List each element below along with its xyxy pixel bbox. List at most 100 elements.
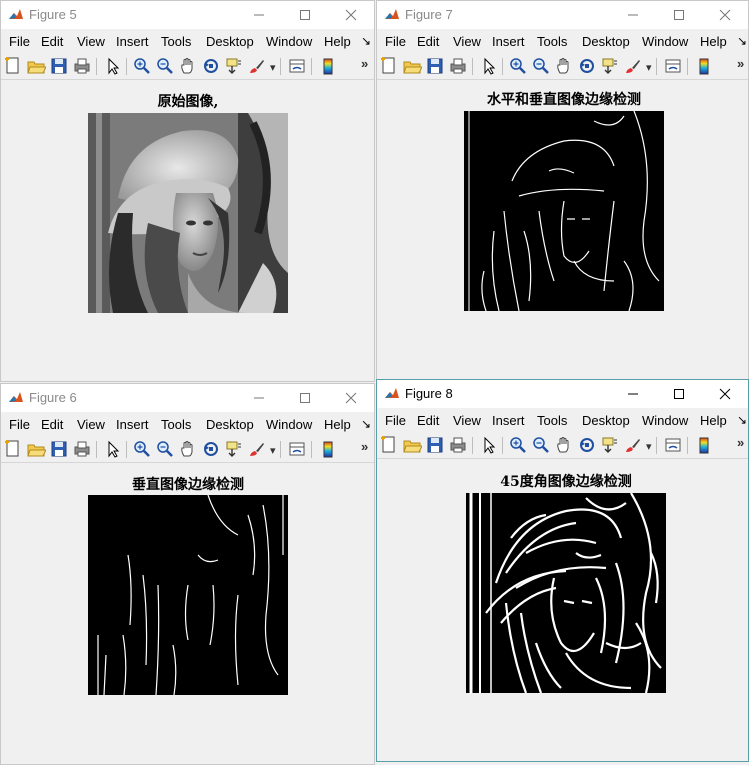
menu-window[interactable]: Window: [266, 34, 312, 49]
data-cursor-button[interactable]: [224, 56, 244, 76]
rotate-3d-button[interactable]: [201, 56, 221, 76]
menu-view[interactable]: View: [77, 34, 105, 49]
vertical-edge-image[interactable]: [88, 495, 288, 695]
new-figure-button[interactable]: [379, 56, 399, 76]
title-bar[interactable]: Figure 7: [377, 1, 748, 29]
menu-view[interactable]: View: [77, 417, 105, 432]
minimize-button[interactable]: [610, 380, 656, 408]
menu-edit[interactable]: Edit: [417, 34, 439, 49]
zoom-in-button[interactable]: [508, 435, 528, 455]
close-button[interactable]: [702, 380, 748, 408]
menu-insert[interactable]: Insert: [116, 34, 149, 49]
menu-overflow-icon[interactable]: ↘: [737, 413, 747, 427]
brush-dropdown-icon[interactable]: ▾: [646, 61, 652, 74]
pan-button[interactable]: [554, 435, 574, 455]
menu-desktop[interactable]: Desktop: [206, 417, 254, 432]
zoom-in-button[interactable]: [132, 439, 152, 459]
zoom-in-button[interactable]: [132, 56, 152, 76]
menu-tools[interactable]: Tools: [537, 34, 567, 49]
toolbar-overflow-icon[interactable]: »: [361, 56, 368, 71]
save-button[interactable]: [425, 435, 445, 455]
link-plot-button[interactable]: [287, 56, 307, 76]
menu-desktop[interactable]: Desktop: [206, 34, 254, 49]
edit-plot-button[interactable]: [103, 439, 123, 459]
menu-desktop[interactable]: Desktop: [582, 413, 630, 428]
colorbar-button[interactable]: [694, 56, 714, 76]
new-figure-button[interactable]: [3, 56, 23, 76]
save-button[interactable]: [425, 56, 445, 76]
pan-button[interactable]: [554, 56, 574, 76]
new-figure-button[interactable]: [379, 435, 399, 455]
toolbar-overflow-icon[interactable]: »: [737, 435, 744, 450]
brush-dropdown-icon[interactable]: ▾: [270, 61, 276, 74]
data-cursor-button[interactable]: [600, 56, 620, 76]
rotate-3d-button[interactable]: [577, 56, 597, 76]
print-button[interactable]: [448, 56, 468, 76]
menu-insert[interactable]: Insert: [116, 417, 149, 432]
menu-help[interactable]: Help: [324, 417, 351, 432]
open-file-button[interactable]: [402, 56, 422, 76]
menu-edit[interactable]: Edit: [41, 417, 63, 432]
menu-help[interactable]: Help: [700, 34, 727, 49]
menu-desktop[interactable]: Desktop: [582, 34, 630, 49]
toolbar-overflow-icon[interactable]: »: [737, 56, 744, 71]
title-bar[interactable]: Figure 5: [1, 1, 374, 29]
maximize-button[interactable]: [656, 1, 702, 29]
menu-tools[interactable]: Tools: [161, 417, 191, 432]
colorbar-button[interactable]: [318, 56, 338, 76]
brush-button[interactable]: [623, 56, 643, 76]
menu-edit[interactable]: Edit: [417, 413, 439, 428]
link-plot-button[interactable]: [287, 439, 307, 459]
menu-insert[interactable]: Insert: [492, 34, 525, 49]
menu-edit[interactable]: Edit: [41, 34, 63, 49]
minimize-button[interactable]: [236, 384, 282, 412]
menu-help[interactable]: Help: [700, 413, 727, 428]
edit-plot-button[interactable]: [479, 435, 499, 455]
minimize-button[interactable]: [610, 1, 656, 29]
brush-button[interactable]: [623, 435, 643, 455]
print-button[interactable]: [72, 56, 92, 76]
data-cursor-button[interactable]: [600, 435, 620, 455]
close-button[interactable]: [328, 1, 374, 29]
maximize-button[interactable]: [282, 1, 328, 29]
zoom-in-button[interactable]: [508, 56, 528, 76]
title-bar[interactable]: Figure 6: [1, 384, 374, 412]
horizontal-vertical-edge-image[interactable]: [464, 111, 664, 311]
menu-overflow-icon[interactable]: ↘: [737, 34, 747, 48]
toolbar-overflow-icon[interactable]: »: [361, 439, 368, 454]
menu-file[interactable]: File: [9, 34, 30, 49]
pan-button[interactable]: [178, 56, 198, 76]
new-figure-button[interactable]: [3, 439, 23, 459]
brush-button[interactable]: [247, 56, 267, 76]
zoom-out-button[interactable]: [155, 439, 175, 459]
print-button[interactable]: [448, 435, 468, 455]
open-file-button[interactable]: [26, 439, 46, 459]
save-button[interactable]: [49, 56, 69, 76]
menu-insert[interactable]: Insert: [492, 413, 525, 428]
menu-window[interactable]: Window: [642, 34, 688, 49]
title-bar[interactable]: Figure 8: [377, 380, 748, 408]
zoom-out-button[interactable]: [155, 56, 175, 76]
close-button[interactable]: [328, 384, 374, 412]
pan-button[interactable]: [178, 439, 198, 459]
close-button[interactable]: [702, 1, 748, 29]
minimize-button[interactable]: [236, 1, 282, 29]
zoom-out-button[interactable]: [531, 56, 551, 76]
menu-overflow-icon[interactable]: ↘: [361, 34, 371, 48]
menu-view[interactable]: View: [453, 34, 481, 49]
maximize-button[interactable]: [656, 380, 702, 408]
brush-button[interactable]: [247, 439, 267, 459]
menu-file[interactable]: File: [385, 34, 406, 49]
edit-plot-button[interactable]: [103, 56, 123, 76]
menu-overflow-icon[interactable]: ↘: [361, 417, 371, 431]
data-cursor-button[interactable]: [224, 439, 244, 459]
colorbar-button[interactable]: [694, 435, 714, 455]
open-file-button[interactable]: [26, 56, 46, 76]
rotate-3d-button[interactable]: [577, 435, 597, 455]
colorbar-button[interactable]: [318, 439, 338, 459]
original-image[interactable]: [88, 113, 288, 313]
menu-view[interactable]: View: [453, 413, 481, 428]
menu-help[interactable]: Help: [324, 34, 351, 49]
menu-file[interactable]: File: [9, 417, 30, 432]
link-plot-button[interactable]: [663, 56, 683, 76]
